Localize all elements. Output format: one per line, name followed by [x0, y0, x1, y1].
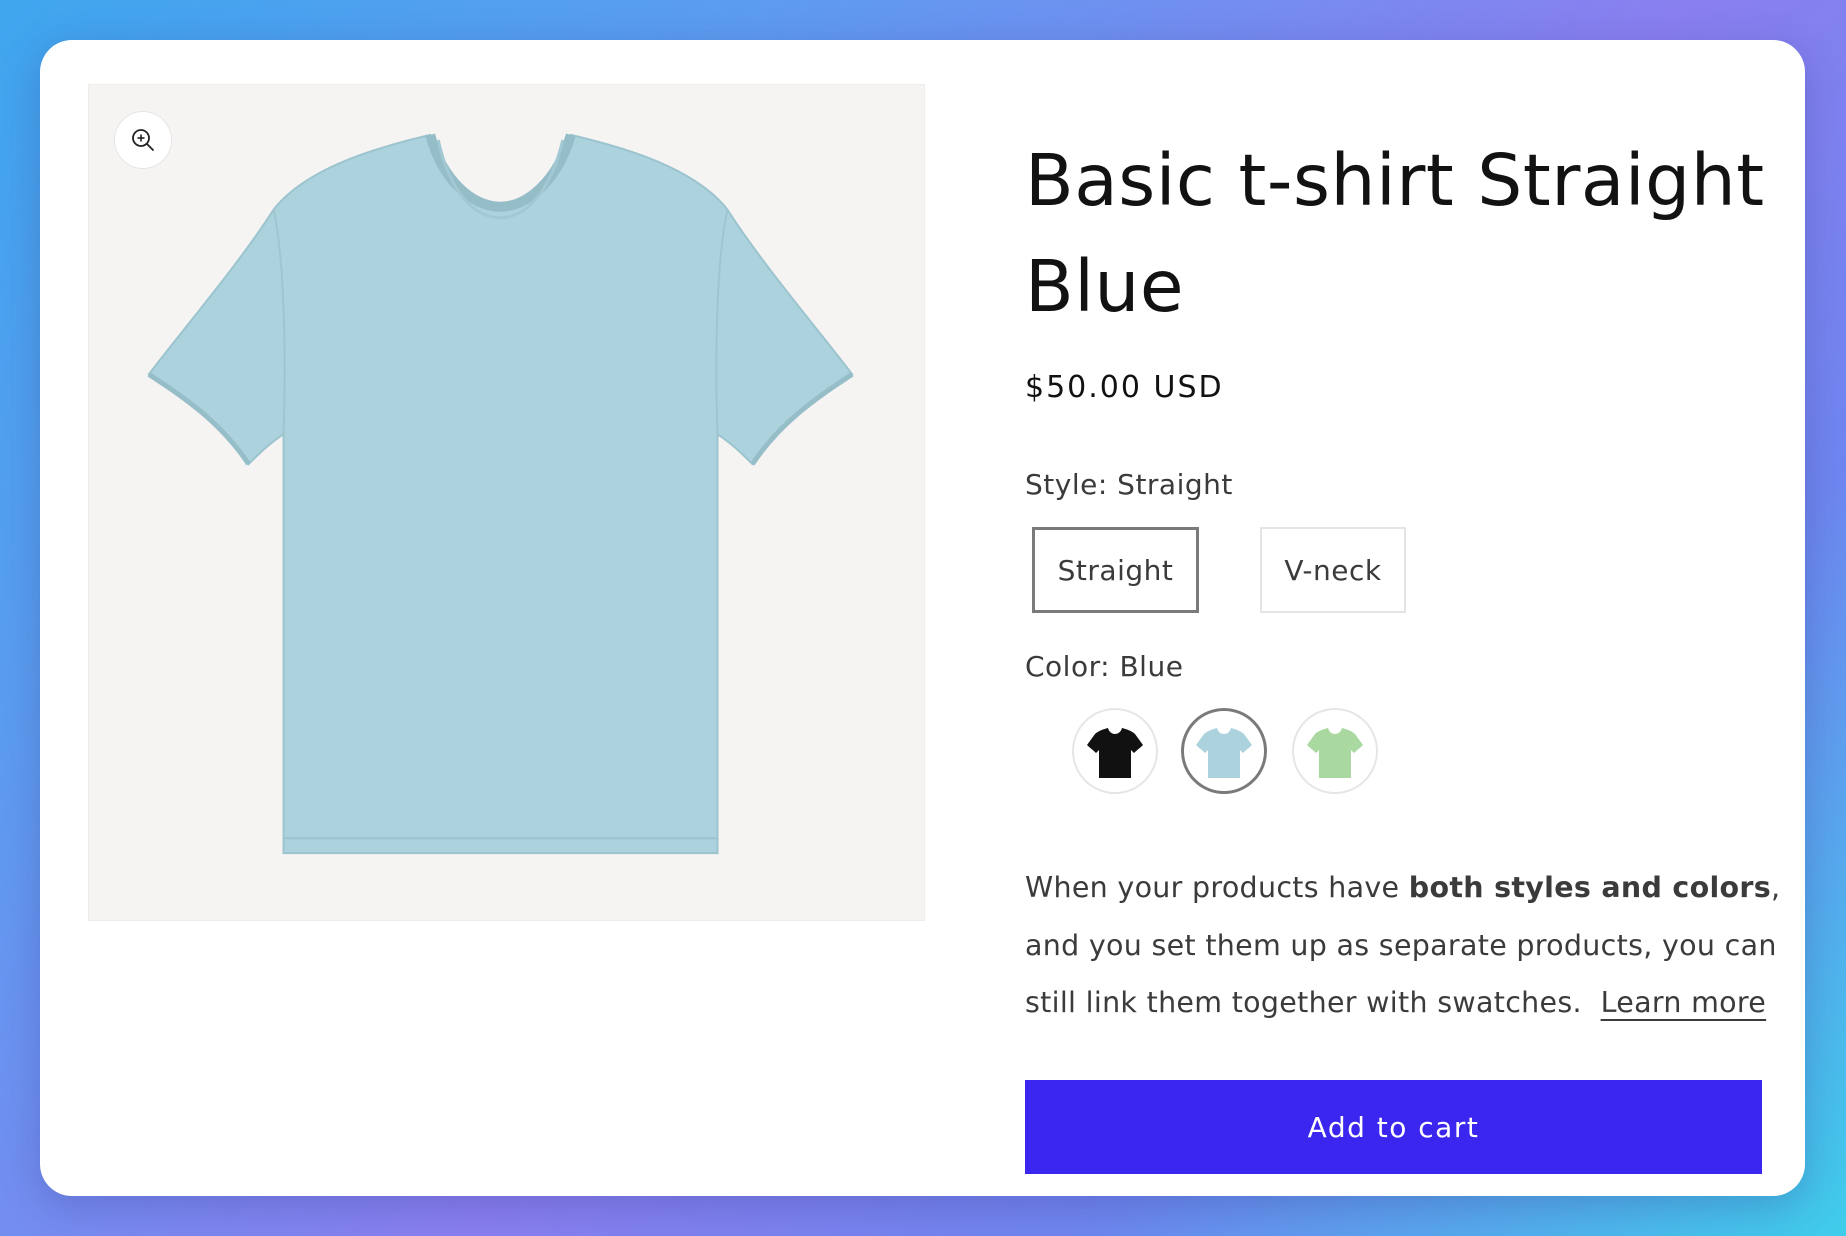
style-pill-straight[interactable]: Straight: [1032, 527, 1199, 613]
description-bold: both styles and colors: [1408, 871, 1772, 904]
color-swatch-black[interactable]: [1072, 708, 1158, 794]
style-option-label: Style: Straight: [1025, 468, 1233, 501]
product-title: Basic t-shirt Straight Blue: [1025, 139, 1765, 328]
color-swatch-blue[interactable]: [1181, 708, 1267, 794]
product-image[interactable]: [89, 85, 924, 920]
zoom-in-icon: [132, 129, 154, 151]
black-tshirt-icon: [1087, 728, 1143, 778]
style-label-text: Style:: [1025, 468, 1108, 501]
learn-more-link[interactable]: Learn more: [1601, 986, 1767, 1019]
color-selected-value: Blue: [1119, 650, 1184, 683]
zoom-button[interactable]: [115, 112, 171, 168]
style-pill-vneck[interactable]: V-neck: [1260, 527, 1406, 613]
blue-tshirt-icon: [1196, 728, 1252, 778]
color-option-label: Color: Blue: [1025, 650, 1183, 683]
product-price: $50.00 USD: [1025, 370, 1224, 405]
product-description: When your products have both styles and …: [1025, 859, 1785, 1032]
product-card: Basic t-shirt Straight Blue $50.00 USD S…: [40, 40, 1805, 1196]
green-tshirt-icon: [1307, 728, 1363, 778]
color-label-text: Color:: [1025, 650, 1111, 683]
product-media: [88, 84, 925, 921]
add-to-cart-button[interactable]: Add to cart: [1025, 1080, 1762, 1174]
color-swatch-green[interactable]: [1292, 708, 1378, 794]
style-selected-value: Straight: [1117, 468, 1233, 501]
description-text-1: When your products have: [1025, 871, 1409, 904]
